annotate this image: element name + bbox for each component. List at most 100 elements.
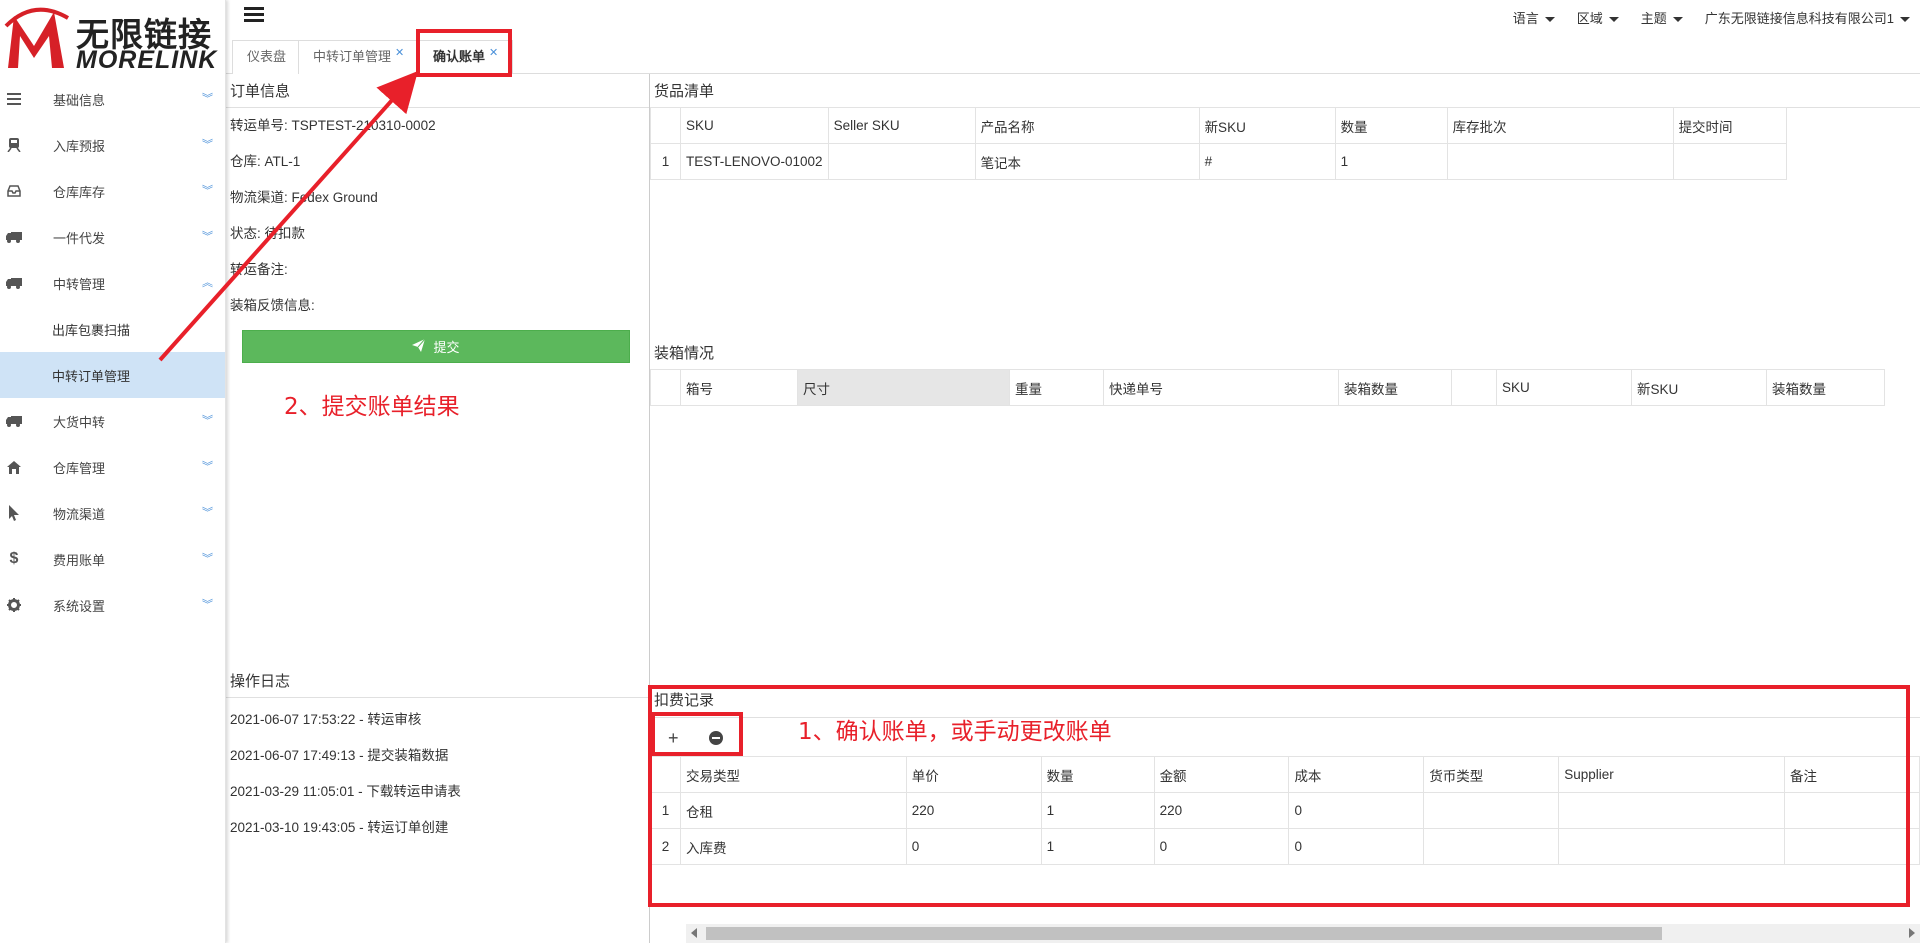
chevron-double-down-icon: ︾: [202, 415, 213, 427]
transit-number: 转运单号: TSPTEST-210310-0002: [230, 118, 436, 133]
sidebar-subitem-transit-orders[interactable]: 中转订单管理: [0, 352, 225, 398]
company-dropdown[interactable]: 广东无限链接信息科技有限公司1: [1705, 8, 1910, 27]
table-cell: #: [1198, 143, 1336, 180]
app-window: 无限链接 MORELINK 基础信息 ︾ 入库预报 ︾ 仓库库存 ︾ 一件代发 …: [0, 0, 1920, 943]
hamburger-menu-icon[interactable]: [244, 7, 264, 23]
annotation-step2: 2、提交账单结果: [284, 394, 460, 420]
column-header[interactable]: SKU: [680, 107, 829, 144]
table-cell: [1672, 143, 1787, 180]
chevron-double-down-icon: ︾: [202, 461, 213, 473]
sidebar-item-label: 费用账单: [53, 552, 106, 568]
caret-down-icon: [1672, 17, 1683, 23]
sidebar-item-bulk-transit[interactable]: 大货中转 ︾: [0, 398, 225, 444]
column-header[interactable]: SKU: [1496, 369, 1632, 406]
sidebar-menu: 基础信息 ︾ 入库预报 ︾ 仓库库存 ︾ 一件代发 ︾ 中转管理 ︽ 出库包裹扫…: [0, 76, 225, 628]
sidebar-item-system-settings[interactable]: 系统设置 ︾: [0, 582, 225, 628]
column-header[interactable]: 重量: [1009, 369, 1104, 406]
table-cell: [1446, 143, 1674, 180]
sidebar-item-label: 物流渠道: [53, 506, 106, 522]
sidebar-subitem-outbound-scan[interactable]: 出库包裹扫描: [0, 306, 225, 352]
scroll-left-icon[interactable]: [691, 928, 697, 938]
sidebar-item-label: 大货中转: [53, 414, 106, 430]
gear-icon: [6, 597, 22, 613]
submit-label: 提交: [433, 340, 460, 355]
chevron-double-down-icon: ︾: [202, 139, 213, 151]
column-header[interactable]: 新SKU: [1198, 107, 1336, 144]
horizontal-scrollbar[interactable]: [686, 924, 1920, 943]
truck-icon: [6, 413, 22, 429]
sidebar-item-warehouse-management[interactable]: 仓库管理 ︾: [0, 444, 225, 490]
sidebar: 无限链接 MORELINK 基础信息 ︾ 入库预报 ︾ 仓库库存 ︾ 一件代发 …: [0, 0, 226, 943]
column-header[interactable]: 箱号: [680, 369, 798, 406]
logo-text-en: MORELINK: [76, 46, 218, 74]
truck-icon: [6, 229, 22, 245]
tab-dashboard[interactable]: 仪表盘: [232, 40, 302, 74]
tab-transit-orders[interactable]: 中转订单管理 ✕: [298, 40, 420, 74]
op-log-title: 操作日志: [226, 664, 650, 698]
chevron-double-down-icon: ︾: [202, 507, 213, 519]
chevron-double-down-icon: ︾: [202, 599, 213, 611]
sidebar-item-label: 一件代发: [53, 230, 106, 246]
column-header[interactable]: [1451, 369, 1497, 406]
annotation-step1: 1、确认账单，或手动更改账单: [798, 719, 1112, 745]
table-row[interactable]: 1 TEST-LENOVO-01002 笔记本 # 1: [650, 143, 1787, 180]
sidebar-item-transit-management[interactable]: 中转管理 ︽: [0, 260, 225, 306]
sidebar-item-basic-info[interactable]: 基础信息 ︾: [0, 76, 225, 122]
row-index: 1: [650, 143, 681, 180]
logistics-channel: 物流渠道: Fedex Ground: [230, 190, 378, 205]
theme-label: 主题: [1640, 11, 1667, 26]
scrollbar-thumb[interactable]: [706, 927, 1662, 940]
region-label: 区域: [1576, 11, 1603, 26]
column-header[interactable]: 新SKU: [1631, 369, 1767, 406]
list-icon: [6, 91, 22, 107]
submit-button[interactable]: 提交: [242, 330, 630, 363]
packing-feedback: 装箱反馈信息:: [230, 298, 315, 313]
sidebar-item-logistics-channel[interactable]: 物流渠道 ︾: [0, 490, 225, 536]
column-header[interactable]: 产品名称: [974, 107, 1200, 144]
goods-table: SKU Seller SKU 产品名称 新SKU 数量 库存批次 提交时间 1 …: [650, 107, 1787, 180]
column-header[interactable]: 装箱数量: [1338, 369, 1452, 406]
sidebar-item-label: 仓库库存: [53, 184, 106, 200]
logo-mark-icon: [4, 7, 70, 68]
paper-plane-icon: [412, 338, 426, 355]
language-dropdown[interactable]: 语言: [1513, 8, 1555, 27]
dollar-icon: $: [9, 550, 19, 567]
warehouse: 仓库: ATL-1: [230, 154, 301, 169]
list-item: 2021-03-29 11:05:01 - 下载转运申请表: [230, 784, 461, 799]
transit-remark: 转运备注:: [230, 262, 288, 277]
top-menus: 语言 区域 主题 广东无限链接信息科技有限公司1: [1491, 8, 1910, 27]
sidebar-item-label: 入库预报: [53, 138, 106, 154]
sidebar-item-billing[interactable]: $ 费用账单 ︾: [0, 536, 225, 582]
column-header[interactable]: Seller SKU: [827, 107, 976, 144]
tab-label: 中转订单管理: [313, 49, 392, 64]
sidebar-item-label: 仓库管理: [53, 460, 106, 476]
sidebar-item-inbound-forecast[interactable]: 入库预报 ︾: [0, 122, 225, 168]
chevron-double-up-icon: ︽: [202, 277, 213, 289]
column-header[interactable]: 快递单号: [1103, 369, 1339, 406]
column-header[interactable]: 提交时间: [1672, 107, 1787, 144]
theme-dropdown[interactable]: 主题: [1641, 8, 1683, 27]
train-icon: [6, 137, 22, 153]
scroll-right-icon[interactable]: [1909, 928, 1915, 938]
pointer-icon: [6, 505, 22, 521]
chevron-double-down-icon: ︾: [202, 553, 213, 565]
close-icon[interactable]: ✕: [395, 47, 404, 59]
goods-title: 货品清单: [654, 83, 715, 100]
column-header[interactable]: 尺寸: [797, 369, 1010, 406]
chevron-double-down-icon: ︾: [202, 93, 213, 105]
sidebar-item-label: 系统设置: [53, 598, 106, 614]
column-header[interactable]: 数量: [1334, 107, 1448, 144]
caret-down-icon: [1544, 17, 1555, 23]
op-log-list: 2021-06-07 17:53:22 - 转运审核 2021-06-07 17…: [226, 702, 650, 846]
region-dropdown[interactable]: 区域: [1577, 8, 1619, 27]
sidebar-item-warehouse-stock[interactable]: 仓库库存 ︾: [0, 168, 225, 214]
column-header[interactable]: 装箱数量: [1766, 369, 1885, 406]
packing-title: 装箱情况: [654, 345, 715, 362]
order-info-panel: 订单信息 转运单号: TSPTEST-210310-0002 仓库: ATL-1…: [226, 74, 650, 943]
home-icon: [6, 459, 22, 475]
sidebar-item-dropshipping[interactable]: 一件代发 ︾: [0, 214, 225, 260]
annotation-box-tab: [416, 29, 512, 77]
table-cell: 1: [1334, 143, 1448, 180]
index-header: [650, 107, 681, 144]
column-header[interactable]: 库存批次: [1446, 107, 1674, 144]
